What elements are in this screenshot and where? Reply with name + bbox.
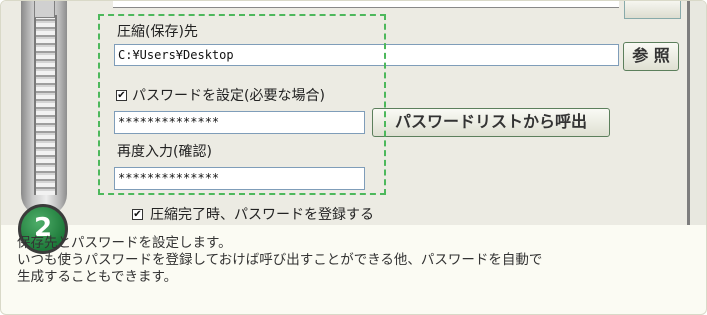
zipper-teeth-decoration bbox=[34, 15, 57, 195]
description-line-1: 保存先とパスワードを設定します。 bbox=[17, 235, 232, 251]
app-window: 圧縮(保存)先 C:¥Users¥Desktop 参 照 ✔ パスワードを設定(… bbox=[1, 1, 706, 225]
password-list-button[interactable]: パスワードリストから呼出 bbox=[372, 108, 610, 137]
screenshot-frame: 圧縮(保存)先 C:¥Users¥Desktop 参 照 ✔ パスワードを設定(… bbox=[0, 0, 707, 315]
zipper-pull-icon bbox=[34, 1, 55, 18]
register-checkbox-label: 圧縮完了時、パスワードを登録する bbox=[150, 207, 374, 223]
description-line-3: 生成することもできます。 bbox=[17, 269, 178, 285]
check-icon: ✔ bbox=[133, 209, 142, 220]
panel-margin bbox=[690, 1, 706, 225]
description-line-2: いつも使うパスワードを登録しておけば呼び出すことができる他、パスワードを自動で bbox=[17, 252, 543, 268]
previous-button-stub[interactable] bbox=[624, 1, 681, 19]
register-checkbox[interactable]: ✔ bbox=[132, 209, 143, 220]
description-text: 保存先とパスワードを設定します。 いつも使うパスワードを登録しておけば呼び出すこ… bbox=[17, 235, 697, 286]
previous-field-stub bbox=[113, 1, 619, 8]
highlight-dashed-frame bbox=[98, 14, 386, 195]
browse-button[interactable]: 参 照 bbox=[623, 42, 679, 71]
